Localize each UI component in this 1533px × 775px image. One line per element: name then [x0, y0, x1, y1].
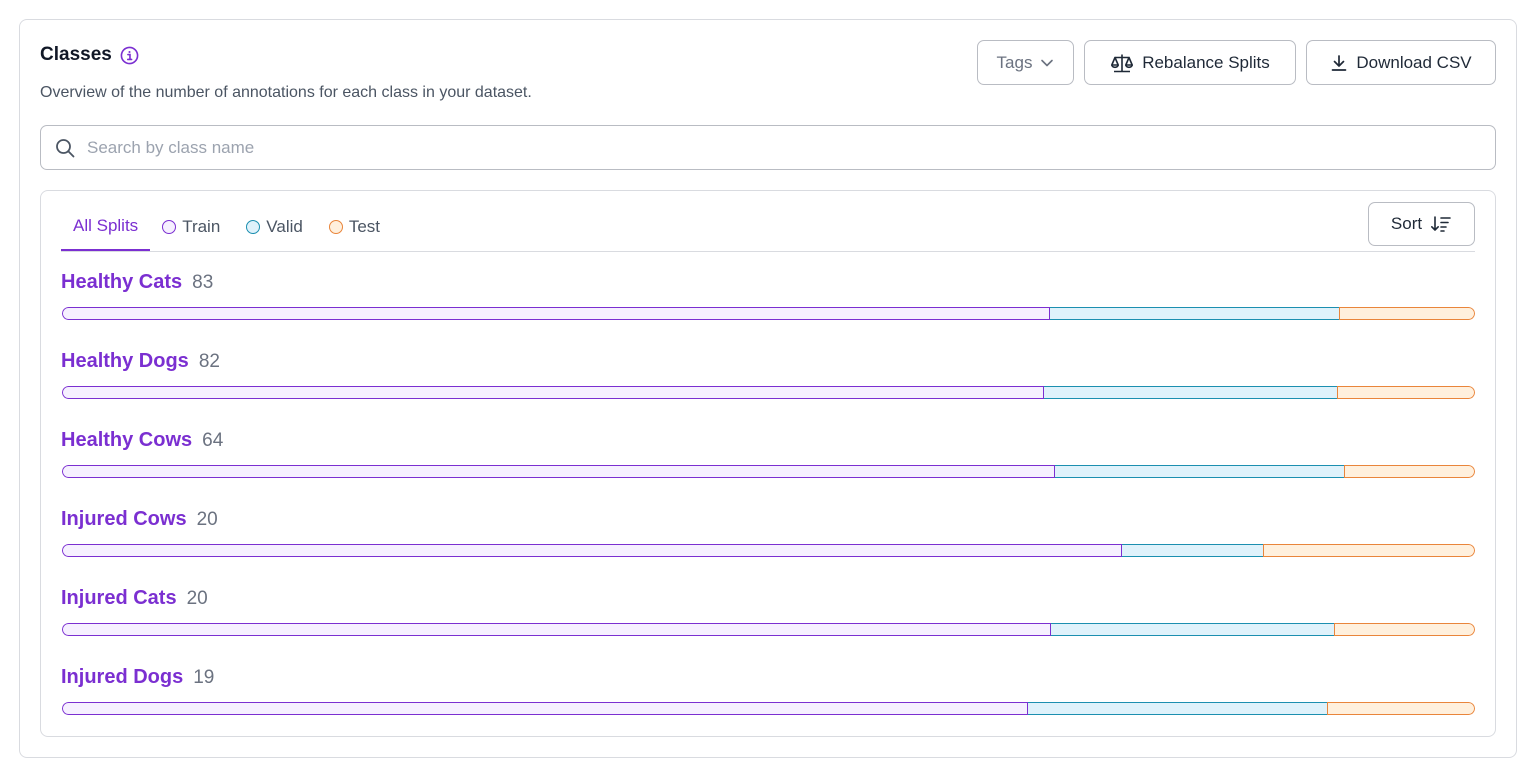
class-count: 19: [193, 667, 215, 688]
page-subtitle: Overview of the number of annotations fo…: [40, 84, 532, 101]
class-row: Healthy Dogs 82: [61, 350, 1475, 429]
title-row: Classes: [40, 44, 532, 66]
split-bar: [62, 465, 1475, 478]
class-row-head: Injured Cows 20: [61, 508, 1475, 534]
scale-icon: [1111, 54, 1134, 72]
header-actions: Tags Rebalance Splits Download CSV: [977, 40, 1496, 85]
class-row: Injured Cows 20: [61, 508, 1475, 587]
train-segment: [62, 544, 1122, 557]
download-label: Download CSV: [1356, 52, 1472, 72]
split-bar: [62, 307, 1475, 320]
class-row-head: Injured Cats 20: [61, 587, 1475, 613]
valid-segment: [1121, 544, 1264, 557]
rebalance-splits-button[interactable]: Rebalance Splits: [1084, 40, 1296, 85]
class-rows: Healthy Cats 83 Healthy Dogs 82 Healthy …: [61, 271, 1475, 745]
tab-label: All Splits: [73, 215, 139, 235]
sort-button[interactable]: Sort: [1368, 202, 1475, 246]
tab-all-splits[interactable]: All Splits: [61, 202, 151, 251]
tab-label: Test: [348, 217, 381, 236]
search-input[interactable]: [87, 137, 1467, 158]
class-name-link[interactable]: Healthy Cats: [61, 271, 182, 294]
test-segment: [1326, 702, 1475, 715]
class-row: Healthy Cats 83: [61, 271, 1475, 350]
tab-label: Train: [182, 217, 221, 236]
class-row-head: Injured Dogs 19: [61, 666, 1475, 692]
split-bar: [62, 386, 1475, 399]
download-csv-button[interactable]: Download CSV: [1306, 40, 1496, 85]
page-title: Classes: [40, 44, 112, 65]
split-bar: [62, 544, 1475, 557]
class-name-link[interactable]: Injured Cows: [61, 508, 187, 531]
chevron-down-icon: [1041, 59, 1054, 66]
test-segment: [1339, 307, 1475, 320]
rebalance-label: Rebalance Splits: [1142, 52, 1270, 72]
search-box: [40, 125, 1496, 170]
classes-card: Classes Overview of the number of annota…: [19, 19, 1517, 758]
test-segment: [1333, 623, 1475, 636]
valid-segment: [1055, 465, 1344, 478]
class-list-panel: All Splits Train Valid Test Sort Healthy…: [40, 190, 1496, 737]
tab-train[interactable]: Train: [156, 203, 226, 251]
class-count: 64: [202, 430, 224, 451]
train-dot-icon: [162, 220, 177, 234]
class-count: 20: [186, 588, 208, 609]
class-count: 82: [198, 351, 220, 372]
class-row: Healthy Cows 64: [61, 429, 1475, 508]
class-name-link[interactable]: Injured Dogs: [61, 666, 183, 689]
train-segment: [62, 702, 1029, 715]
class-count: 83: [192, 272, 214, 293]
download-icon: [1332, 54, 1347, 71]
tab-test[interactable]: Test: [323, 203, 386, 251]
valid-segment: [1051, 623, 1334, 636]
test-segment: [1263, 544, 1475, 557]
tab-valid[interactable]: Valid: [240, 203, 309, 251]
train-segment: [62, 623, 1052, 636]
valid-segment: [1044, 386, 1337, 399]
tab-label: Valid: [266, 217, 303, 236]
class-row-head: Healthy Cats 83: [61, 271, 1475, 297]
class-name-link[interactable]: Injured Cats: [61, 587, 177, 610]
split-tabs: All Splits Train Valid Test: [61, 203, 1475, 252]
valid-segment: [1028, 702, 1327, 715]
header: Classes Overview of the number of annota…: [40, 44, 532, 102]
class-row-head: Healthy Dogs 82: [61, 350, 1475, 376]
split-bar: [62, 623, 1475, 636]
sort-label: Sort: [1390, 214, 1423, 233]
valid-dot-icon: [246, 220, 261, 234]
class-row: Injured Cats 20: [61, 587, 1475, 666]
class-name-link[interactable]: Healthy Cows: [61, 429, 192, 452]
test-segment: [1343, 465, 1475, 478]
class-count: 20: [196, 509, 218, 530]
test-segment: [1336, 386, 1475, 399]
test-dot-icon: [328, 220, 343, 234]
valid-segment: [1049, 307, 1340, 320]
class-row: Injured Dogs 19: [61, 666, 1475, 745]
search-icon: [56, 138, 75, 157]
tags-dropdown[interactable]: Tags: [977, 40, 1074, 85]
train-segment: [62, 465, 1056, 478]
class-row-head: Healthy Cows 64: [61, 429, 1475, 455]
sort-icon: [1431, 216, 1451, 232]
info-icon[interactable]: [120, 46, 139, 65]
train-segment: [62, 386, 1045, 399]
tags-label: Tags: [996, 52, 1033, 72]
split-bar: [62, 702, 1475, 715]
train-segment: [62, 307, 1050, 320]
class-name-link[interactable]: Healthy Dogs: [61, 350, 189, 373]
